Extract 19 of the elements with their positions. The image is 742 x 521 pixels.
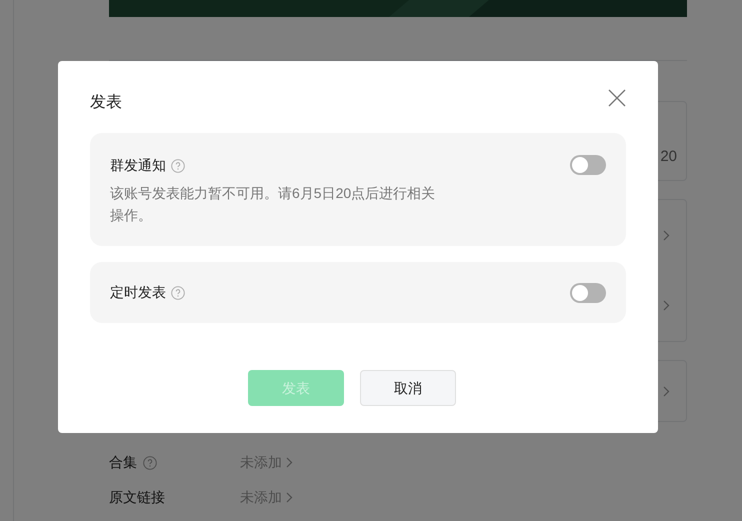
option-note: 该账号发表能力暂不可用。请6月5日20点后进行相关操作。 <box>110 184 436 225</box>
row-label: 合集 <box>109 453 137 472</box>
help-icon[interactable] <box>171 158 185 172</box>
card-value: 20 <box>660 146 677 167</box>
cancel-button[interactable]: 取消 <box>360 370 456 406</box>
chevron-right-icon <box>286 492 293 503</box>
toggle-switch[interactable] <box>570 282 606 302</box>
chevron-right-icon <box>663 230 670 241</box>
chevron-right-icon <box>286 457 293 468</box>
option-label: 群发通知 <box>110 156 166 175</box>
help-icon[interactable] <box>143 456 157 470</box>
chevron-right-icon <box>663 386 670 396</box>
close-icon[interactable] <box>608 89 626 107</box>
option-label: 定时发表 <box>110 283 166 302</box>
toggle-switch[interactable] <box>570 155 606 175</box>
dialog-title: 发表 <box>90 92 122 113</box>
row-label: 原文链接 <box>109 488 165 507</box>
chevron-right-icon <box>663 300 670 312</box>
help-icon[interactable] <box>171 286 185 300</box>
